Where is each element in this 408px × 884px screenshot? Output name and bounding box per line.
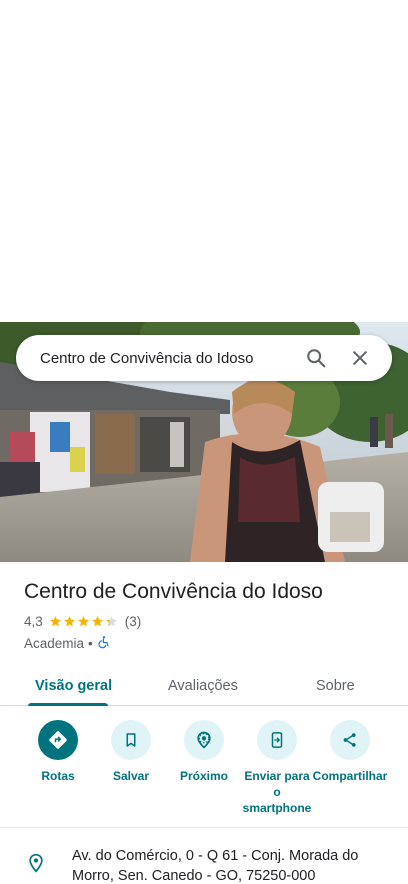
rating-row[interactable]: 4,3 (3): [24, 614, 141, 629]
place-tabs: Visão geral Avaliações Sobre: [0, 666, 408, 706]
active-tab-indicator: [28, 703, 108, 706]
search-bar[interactable]: Centro de Convivência do Idoso: [16, 335, 392, 381]
send-to-phone-label: Enviar para o smartphone: [242, 769, 312, 815]
share-label: Compartilhar: [312, 769, 388, 783]
save-button[interactable]: Salvar: [93, 720, 169, 784]
review-count: (3): [124, 614, 142, 629]
nearby-label: Próximo: [179, 769, 228, 783]
address-text: Av. do Comércio, 0 - Q 61 - Conj. Morada…: [72, 848, 359, 884]
star-icon: [77, 616, 89, 627]
search-icon[interactable]: [298, 340, 334, 376]
category-row: Academia •: [24, 635, 111, 652]
wheelchair-accessible-icon: [97, 635, 111, 652]
save-label: Salvar: [112, 769, 150, 783]
directions-icon[interactable]: [38, 720, 78, 760]
map-area-blank: [0, 0, 408, 322]
location-pin-icon: [0, 846, 72, 884]
section-divider: [0, 827, 408, 828]
address-row[interactable]: Av. do Comércio, 0 - Q 61 - Conj. Morada…: [0, 846, 408, 884]
star-icon: [49, 616, 61, 627]
nearby-button[interactable]: Próximo: [166, 720, 242, 784]
rating-value: 4,3: [24, 614, 43, 629]
star-icon: [105, 616, 117, 627]
star-icon: [63, 616, 75, 627]
tab-sobre[interactable]: Sobre: [316, 666, 355, 706]
nearby-icon[interactable]: [184, 720, 224, 760]
action-buttons-row: Rotas Salvar Próximo Enviar para o smart…: [0, 720, 408, 826]
share-icon[interactable]: [330, 720, 370, 760]
place-details-sheet: Centro de Convivência do Idoso 4,3 (3) A…: [0, 562, 408, 884]
send-to-phone-button[interactable]: Enviar para o smartphone: [239, 720, 315, 816]
place-title: Centro de Convivência do Idoso: [24, 580, 323, 603]
tab-visao-geral[interactable]: Visão geral: [35, 666, 112, 706]
close-icon[interactable]: [342, 340, 378, 376]
rating-stars: [49, 615, 119, 628]
star-icon: [91, 616, 103, 627]
directions-button[interactable]: Rotas: [20, 720, 96, 784]
send-to-phone-icon[interactable]: [257, 720, 297, 760]
share-button[interactable]: Compartilhar: [312, 720, 388, 784]
separator-dot: •: [88, 636, 93, 651]
search-query-text[interactable]: Centro de Convivência do Idoso: [40, 350, 290, 367]
tab-avaliacoes[interactable]: Avaliações: [168, 666, 238, 706]
bookmark-icon[interactable]: [111, 720, 151, 760]
place-category: Academia: [24, 636, 85, 651]
directions-label: Rotas: [41, 769, 75, 783]
